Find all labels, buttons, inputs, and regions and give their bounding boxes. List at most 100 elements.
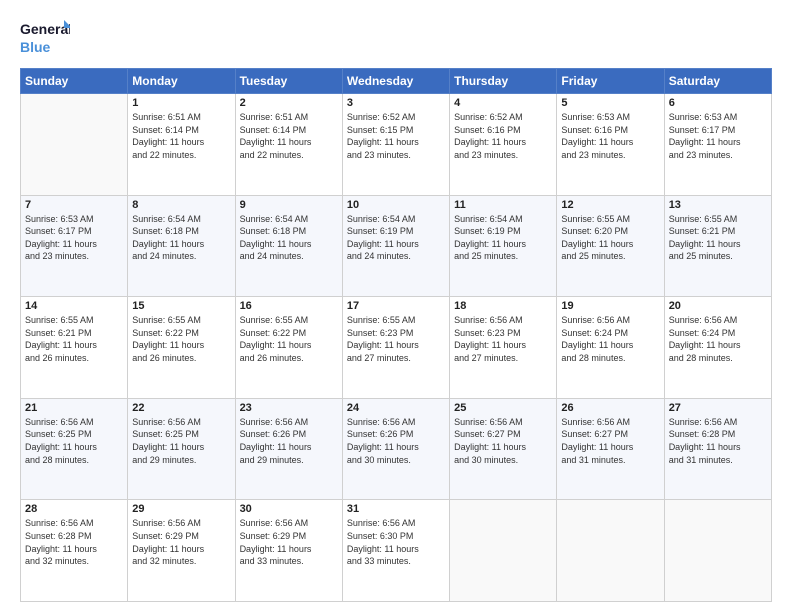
cell-info: Sunrise: 6:56 AM Sunset: 6:23 PM Dayligh… [454, 314, 552, 364]
calendar-cell: 29Sunrise: 6:56 AM Sunset: 6:29 PM Dayli… [128, 500, 235, 602]
day-number: 7 [25, 199, 123, 211]
header-day-tuesday: Tuesday [235, 69, 342, 94]
calendar-cell: 19Sunrise: 6:56 AM Sunset: 6:24 PM Dayli… [557, 297, 664, 399]
day-number: 17 [347, 300, 445, 312]
calendar-cell: 11 Sunrise: 6:54 AM Sunset: 6:19 PM Dayli… [450, 195, 557, 297]
calendar-cell: 24 Sunrise: 6:56 AM Sunset: 6:26 PM Dayli… [342, 398, 449, 500]
calendar-cell [664, 500, 771, 602]
cell-info: Sunrise: 6:52 AM Sunset: 6:15 PM Dayligh… [347, 111, 445, 161]
calendar-table: SundayMondayTuesdayWednesdayThursdayFrid… [20, 68, 772, 602]
cell-info: Sunrise: 6:52 AM Sunset: 6:16 PM Dayligh… [454, 111, 552, 161]
cell-info: Sunrise: 6:55 AM Sunset: 6:21 PM Dayligh… [669, 213, 767, 263]
cell-info: Sunrise: 6:55 AM Sunset: 6:20 PM Dayligh… [561, 213, 659, 263]
calendar-cell: 21 Sunrise: 6:56 AM Sunset: 6:25 PM Dayli… [21, 398, 128, 500]
cell-info: Sunrise: 6:55 AM Sunset: 6:23 PM Dayligh… [347, 314, 445, 364]
day-number: 26 [561, 402, 659, 414]
day-number: 16 [240, 300, 338, 312]
svg-text:Blue: Blue [20, 39, 51, 55]
day-number: 31 [347, 503, 445, 515]
calendar-week-4: 21 Sunrise: 6:56 AM Sunset: 6:25 PM Dayli… [21, 398, 772, 500]
calendar-week-5: 28Sunrise: 6:56 AM Sunset: 6:28 PM Dayli… [21, 500, 772, 602]
day-number: 12 [561, 199, 659, 211]
header-day-sunday: Sunday [21, 69, 128, 94]
cell-info: Sunrise: 6:56 AM Sunset: 6:28 PM Dayligh… [669, 416, 767, 466]
calendar-cell: 30 Sunrise: 6:56 AM Sunset: 6:29 PM Dayli… [235, 500, 342, 602]
calendar-cell: 31 Sunrise: 6:56 AM Sunset: 6:30 PM Dayli… [342, 500, 449, 602]
header-day-wednesday: Wednesday [342, 69, 449, 94]
logo-svg: General Blue [20, 16, 70, 58]
calendar-cell: 22Sunrise: 6:56 AM Sunset: 6:25 PM Dayli… [128, 398, 235, 500]
day-number: 23 [240, 402, 338, 414]
day-number: 1 [132, 97, 230, 109]
cell-info: Sunrise: 6:56 AM Sunset: 6:27 PM Dayligh… [561, 416, 659, 466]
calendar-cell: 16 Sunrise: 6:55 AM Sunset: 6:22 PM Dayli… [235, 297, 342, 399]
day-number: 11 [454, 199, 552, 211]
cell-info: Sunrise: 6:56 AM Sunset: 6:27 PM Dayligh… [454, 416, 552, 466]
day-number: 14 [25, 300, 123, 312]
calendar-cell: 14 Sunrise: 6:55 AM Sunset: 6:21 PM Dayli… [21, 297, 128, 399]
calendar-week-3: 14 Sunrise: 6:55 AM Sunset: 6:21 PM Dayli… [21, 297, 772, 399]
day-number: 18 [454, 300, 552, 312]
day-number: 2 [240, 97, 338, 109]
day-number: 3 [347, 97, 445, 109]
cell-info: Sunrise: 6:56 AM Sunset: 6:26 PM Dayligh… [347, 416, 445, 466]
calendar-cell: 2 Sunrise: 6:51 AM Sunset: 6:14 PM Daylig… [235, 94, 342, 196]
calendar-cell: 13 Sunrise: 6:55 AM Sunset: 6:21 PM Dayli… [664, 195, 771, 297]
calendar-week-1: 1 Sunrise: 6:51 AM Sunset: 6:14 PM Daylig… [21, 94, 772, 196]
calendar-week-2: 7Sunrise: 6:53 AM Sunset: 6:17 PM Daylig… [21, 195, 772, 297]
calendar-cell: 15Sunrise: 6:55 AM Sunset: 6:22 PM Dayli… [128, 297, 235, 399]
cell-info: Sunrise: 6:55 AM Sunset: 6:22 PM Dayligh… [240, 314, 338, 364]
cell-info: Sunrise: 6:56 AM Sunset: 6:24 PM Dayligh… [669, 314, 767, 364]
day-number: 27 [669, 402, 767, 414]
calendar-cell [450, 500, 557, 602]
day-number: 10 [347, 199, 445, 211]
cell-info: Sunrise: 6:56 AM Sunset: 6:24 PM Dayligh… [561, 314, 659, 364]
calendar-body: 1 Sunrise: 6:51 AM Sunset: 6:14 PM Daylig… [21, 94, 772, 602]
cell-info: Sunrise: 6:55 AM Sunset: 6:21 PM Dayligh… [25, 314, 123, 364]
calendar-cell: 1 Sunrise: 6:51 AM Sunset: 6:14 PM Daylig… [128, 94, 235, 196]
logo: General Blue [20, 16, 70, 58]
day-number: 8 [132, 199, 230, 211]
calendar-cell: 26 Sunrise: 6:56 AM Sunset: 6:27 PM Dayli… [557, 398, 664, 500]
cell-info: Sunrise: 6:53 AM Sunset: 6:16 PM Dayligh… [561, 111, 659, 161]
cell-info: Sunrise: 6:54 AM Sunset: 6:18 PM Dayligh… [240, 213, 338, 263]
calendar-cell: 28Sunrise: 6:56 AM Sunset: 6:28 PM Dayli… [21, 500, 128, 602]
day-number: 13 [669, 199, 767, 211]
svg-text:General: General [20, 21, 70, 37]
cell-info: Sunrise: 6:51 AM Sunset: 6:14 PM Dayligh… [240, 111, 338, 161]
cell-info: Sunrise: 6:54 AM Sunset: 6:19 PM Dayligh… [454, 213, 552, 263]
calendar-cell: 4 Sunrise: 6:52 AM Sunset: 6:16 PM Daylig… [450, 94, 557, 196]
cell-info: Sunrise: 6:55 AM Sunset: 6:22 PM Dayligh… [132, 314, 230, 364]
calendar-cell: 10 Sunrise: 6:54 AM Sunset: 6:19 PM Dayli… [342, 195, 449, 297]
calendar-header-row: SundayMondayTuesdayWednesdayThursdayFrid… [21, 69, 772, 94]
calendar-cell: 9Sunrise: 6:54 AM Sunset: 6:18 PM Daylig… [235, 195, 342, 297]
day-number: 21 [25, 402, 123, 414]
calendar-cell: 17 Sunrise: 6:55 AM Sunset: 6:23 PM Dayli… [342, 297, 449, 399]
day-number: 5 [561, 97, 659, 109]
calendar-cell: 5 Sunrise: 6:53 AM Sunset: 6:16 PM Daylig… [557, 94, 664, 196]
calendar-cell: 3 Sunrise: 6:52 AM Sunset: 6:15 PM Daylig… [342, 94, 449, 196]
calendar-cell [21, 94, 128, 196]
calendar-cell: 18 Sunrise: 6:56 AM Sunset: 6:23 PM Dayli… [450, 297, 557, 399]
cell-info: Sunrise: 6:56 AM Sunset: 6:25 PM Dayligh… [25, 416, 123, 466]
cell-info: Sunrise: 6:54 AM Sunset: 6:18 PM Dayligh… [132, 213, 230, 263]
cell-info: Sunrise: 6:51 AM Sunset: 6:14 PM Dayligh… [132, 111, 230, 161]
header-day-thursday: Thursday [450, 69, 557, 94]
header-day-monday: Monday [128, 69, 235, 94]
calendar-cell: 6Sunrise: 6:53 AM Sunset: 6:17 PM Daylig… [664, 94, 771, 196]
calendar-cell: 20Sunrise: 6:56 AM Sunset: 6:24 PM Dayli… [664, 297, 771, 399]
header-day-saturday: Saturday [664, 69, 771, 94]
cell-info: Sunrise: 6:56 AM Sunset: 6:30 PM Dayligh… [347, 517, 445, 567]
day-number: 4 [454, 97, 552, 109]
cell-info: Sunrise: 6:56 AM Sunset: 6:29 PM Dayligh… [240, 517, 338, 567]
day-number: 24 [347, 402, 445, 414]
calendar-cell: 23Sunrise: 6:56 AM Sunset: 6:26 PM Dayli… [235, 398, 342, 500]
cell-info: Sunrise: 6:56 AM Sunset: 6:28 PM Dayligh… [25, 517, 123, 567]
calendar-cell: 12 Sunrise: 6:55 AM Sunset: 6:20 PM Dayli… [557, 195, 664, 297]
header-day-friday: Friday [557, 69, 664, 94]
day-number: 30 [240, 503, 338, 515]
cell-info: Sunrise: 6:54 AM Sunset: 6:19 PM Dayligh… [347, 213, 445, 263]
calendar-cell [557, 500, 664, 602]
cell-info: Sunrise: 6:56 AM Sunset: 6:25 PM Dayligh… [132, 416, 230, 466]
calendar-cell: 8 Sunrise: 6:54 AM Sunset: 6:18 PM Daylig… [128, 195, 235, 297]
